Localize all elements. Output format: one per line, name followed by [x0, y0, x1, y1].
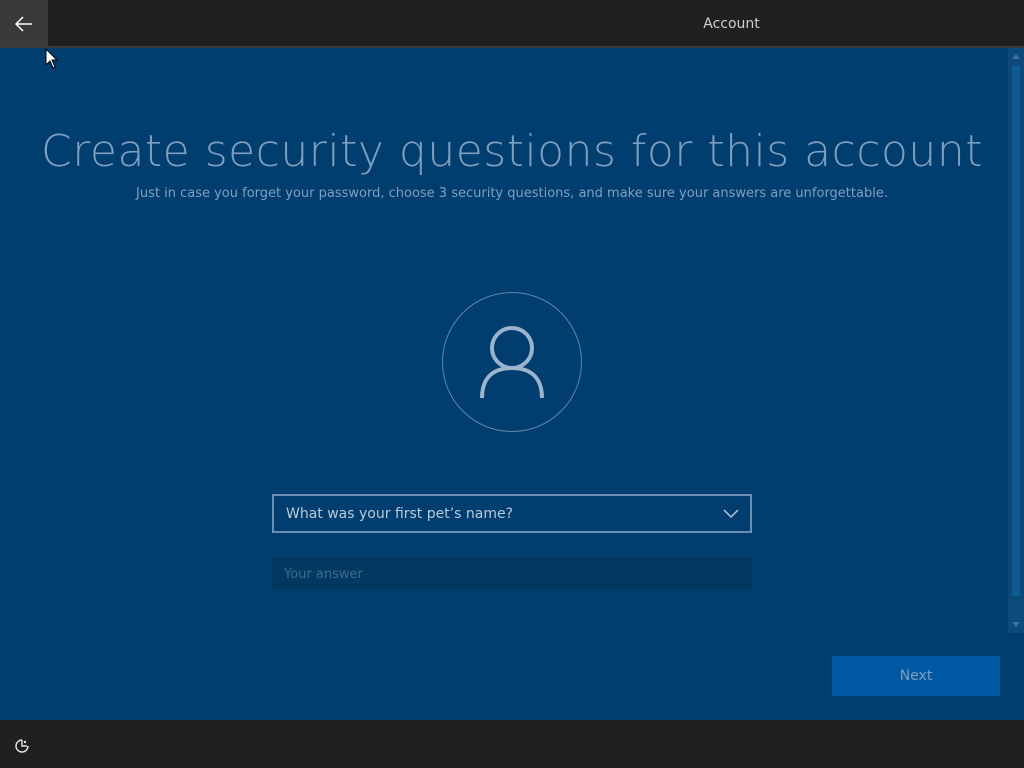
scroll-up-arrow-icon [1012, 54, 1020, 59]
security-question-value: What was your first pet’s name? [286, 505, 514, 522]
ease-of-access-icon [15, 739, 29, 753]
security-question-select[interactable]: What was your first pet’s name? [272, 494, 752, 533]
chevron-down-icon [723, 509, 739, 519]
avatar [442, 292, 582, 432]
bottom-bar [0, 720, 1024, 768]
back-button[interactable] [0, 0, 48, 48]
scroll-down-arrow-icon [1012, 622, 1020, 627]
mouse-cursor-icon [45, 48, 59, 69]
page-title: Create security questions for this accou… [41, 126, 983, 177]
scroll-down-button[interactable] [1008, 617, 1024, 633]
next-button[interactable]: Next [832, 656, 1000, 696]
tab-account[interactable]: Account [634, 0, 829, 48]
answer-input[interactable] [272, 558, 752, 590]
scroll-up-button[interactable] [1008, 48, 1024, 64]
page-subtitle: Just in case you forget your password, c… [136, 186, 888, 201]
back-arrow-icon [15, 16, 32, 32]
main-content: Create security questions for this accou… [0, 48, 1024, 720]
top-bar: Account [0, 0, 1024, 48]
ease-of-access-button[interactable] [10, 734, 34, 758]
next-button-label: Next [899, 668, 933, 684]
tab-account-label: Account [703, 16, 760, 32]
user-icon [480, 326, 544, 399]
